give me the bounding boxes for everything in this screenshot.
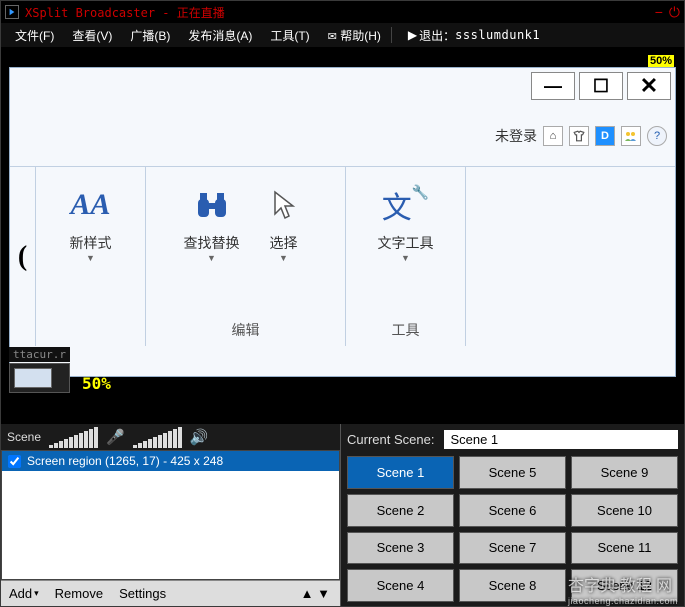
bottom-panel: Scene 🎤 🔊 Screen region (1265, 17) - 425… <box>1 423 684 606</box>
menu-separator <box>391 27 392 43</box>
findreplace-button[interactable]: 查找替换 ▼ <box>174 175 250 269</box>
dropdown-icon: ▼ <box>207 253 216 263</box>
live-status: 正在直播 <box>177 6 225 20</box>
window-title: XSplit Broadcaster - 正在直播 <box>25 4 225 21</box>
source-item[interactable]: Screen region (1265, 17) - 425 x 248 <box>2 451 339 471</box>
audio-bar: Scene 🎤 🔊 <box>1 424 340 450</box>
logout-username: ssslumdunk1 <box>455 28 540 42</box>
current-scene-label: Current Scene: <box>347 432 434 447</box>
ribbon-group-style: AA 新样式 ▼ <box>36 167 146 346</box>
menu-broadcast[interactable]: 广播(B) <box>122 25 178 46</box>
source-list[interactable]: Screen region (1265, 17) - 425 x 248 <box>1 450 340 580</box>
source-checkbox[interactable] <box>8 455 21 468</box>
cursor-icon <box>260 181 308 229</box>
scene-button[interactable]: Scene 11 <box>571 532 678 565</box>
d-icon[interactable]: D <box>595 126 615 146</box>
menu-file[interactable]: 文件(F) <box>7 25 62 46</box>
scene-label: Scene <box>7 430 41 444</box>
source-text: Screen region (1265, 17) - 425 x 248 <box>27 454 223 468</box>
texttool-button[interactable]: 文🔧 文字工具 ▼ <box>368 175 444 269</box>
users-icon[interactable] <box>621 126 641 146</box>
newstyle-button[interactable]: AA 新样式 ▼ <box>57 175 125 269</box>
titlebar: XSplit Broadcaster - 正在直播 − ⏻ <box>1 1 684 23</box>
app-name: XSplit Broadcaster <box>25 6 155 20</box>
shirt-icon[interactable] <box>569 126 589 146</box>
minimize-icon[interactable]: − <box>655 4 663 21</box>
scenes-panel: Current Scene: Scene 1 Scene 1Scene 5Sce… <box>341 424 684 606</box>
scene-grid: Scene 1Scene 5Scene 9Scene 2Scene 6Scene… <box>347 456 678 602</box>
menu-help[interactable]: ✉ 帮助(H) <box>320 25 389 46</box>
ribbon-group-edit: 查找替换 ▼ 选择 ▼ 编辑 <box>146 167 346 346</box>
texttool-icon: 文🔧 <box>382 181 430 229</box>
preview-area: 50% ― ☐ ✕ 未登录 ⌂ D ? ( AA 新样式 <box>1 47 684 417</box>
captured-header: 未登录 ⌂ D ? <box>495 126 667 146</box>
help-icon[interactable]: ? <box>647 126 667 146</box>
group-label-tool: 工具 <box>392 320 420 340</box>
paren-icon: ( <box>18 241 27 273</box>
menu-publish[interactable]: 发布消息(A) <box>180 25 260 46</box>
select-button[interactable]: 选择 ▼ <box>250 175 318 269</box>
dropdown-icon: ▾ <box>34 588 39 599</box>
scene-button[interactable]: Scene 8 <box>459 569 566 602</box>
dropdown-icon: ▼ <box>401 253 410 263</box>
dropdown-icon: ▼ <box>279 253 288 263</box>
scene-button[interactable]: Scene 2 <box>347 494 454 527</box>
scene-button[interactable]: Scene 4 <box>347 569 454 602</box>
scene-button[interactable]: Scene 1 <box>347 456 454 489</box>
scene-button[interactable]: Scene 6 <box>459 494 566 527</box>
scene-button[interactable]: Scene 10 <box>571 494 678 527</box>
speaker-icon[interactable]: 🔊 <box>190 428 209 446</box>
sources-panel: Scene 🎤 🔊 Screen region (1265, 17) - 425… <box>1 424 341 606</box>
menu-tools[interactable]: 工具(T) <box>262 25 317 46</box>
group-label-edit: 编辑 <box>232 320 260 340</box>
style-aa-icon: AA <box>67 181 115 229</box>
speaker-meter[interactable] <box>133 427 182 448</box>
menu-view[interactable]: 查看(V) <box>64 25 120 46</box>
current-scene-row: Current Scene: Scene 1 <box>347 428 678 450</box>
ribbon-edge: ( <box>10 167 36 346</box>
mic-meter[interactable] <box>49 427 98 448</box>
dropdown-icon: ▼ <box>86 253 95 263</box>
ribbon: ( AA 新样式 ▼ 查找替换 ▼ <box>10 166 675 346</box>
remove-button[interactable]: Remove <box>47 583 111 604</box>
scene-button[interactable]: Scene 5 <box>459 456 566 489</box>
current-scene-value: Scene 1 <box>444 430 678 449</box>
app-window: XSplit Broadcaster - 正在直播 − ⏻ 文件(F) 查看(V… <box>0 0 685 607</box>
scene-button[interactable]: Scene 12 <box>571 569 678 602</box>
mail-icon: ✉ <box>328 31 337 43</box>
logout-arrow-icon: ▶ <box>408 28 417 42</box>
zoom-badge: 50% <box>648 55 674 67</box>
source-buttons: Add▾ Remove Settings ▲ ▼ <box>1 580 340 606</box>
sys-buttons: ― ☐ ✕ <box>531 68 675 104</box>
login-status: 未登录 <box>495 126 537 146</box>
add-button[interactable]: Add▾ <box>1 583 47 604</box>
menubar: 文件(F) 查看(V) 广播(B) 发布消息(A) 工具(T) ✉ 帮助(H) … <box>1 23 684 47</box>
logout-button[interactable]: ▶ 退出： ssslumdunk1 <box>400 25 548 46</box>
scene-button[interactable]: Scene 3 <box>347 532 454 565</box>
captured-window: ― ☐ ✕ 未登录 ⌂ D ? ( AA 新样式 ▼ <box>9 67 676 377</box>
app-logo-icon <box>5 5 19 19</box>
home-icon[interactable]: ⌂ <box>543 126 563 146</box>
sys-maximize-icon[interactable]: ☐ <box>579 72 623 100</box>
sys-close-icon[interactable]: ✕ <box>627 72 671 100</box>
mic-icon[interactable]: 🎤 <box>106 428 125 446</box>
close-icon[interactable]: ⏻ <box>669 4 680 21</box>
ribbon-group-tool: 文🔧 文字工具 ▼ 工具 <box>346 167 466 346</box>
settings-button[interactable]: Settings <box>111 583 174 604</box>
scene-button[interactable]: Scene 9 <box>571 456 678 489</box>
reorder-buttons[interactable]: ▲ ▼ <box>291 586 340 601</box>
sys-minimize-icon[interactable]: ― <box>531 72 575 100</box>
scene-button[interactable]: Scene 7 <box>459 532 566 565</box>
binoculars-icon <box>188 181 236 229</box>
